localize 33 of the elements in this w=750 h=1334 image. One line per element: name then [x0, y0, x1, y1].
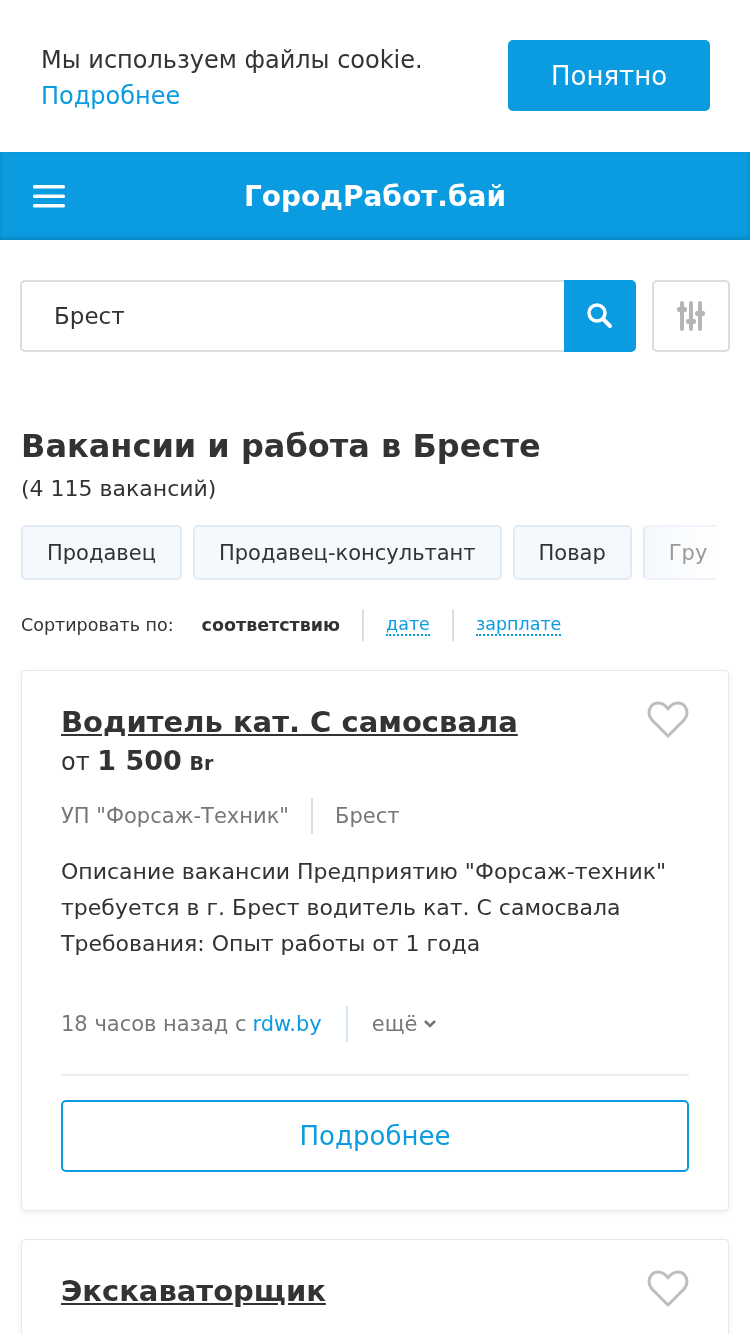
- city: Брест: [335, 804, 400, 828]
- sort-option[interactable]: соответствию: [201, 615, 341, 635]
- accept-button[interactable]: Понятно: [508, 40, 710, 111]
- category-chip[interactable]: Гру: [642, 525, 720, 580]
- vacancy-title[interactable]: Водитель кат. С самосвала: [61, 705, 518, 739]
- cookie-notice: Мы используем файлы cookie.: [41, 45, 423, 76]
- heart-icon[interactable]: [647, 701, 689, 739]
- chevron-down-icon: [423, 1019, 438, 1029]
- search-field[interactable]: Брест: [20, 280, 564, 352]
- more-link[interactable]: Подробнее: [41, 78, 423, 114]
- company-name: УП "Форсаж-Техник": [61, 804, 289, 828]
- filter-button[interactable]: [652, 280, 730, 352]
- details-button[interactable]: Подробнее: [61, 1100, 689, 1172]
- heart-icon[interactable]: [647, 1270, 689, 1308]
- site-title[interactable]: ГородРабот.бай: [0, 179, 750, 213]
- vacancy-description: Описание вакансии Предприятию "Форсаж-техник" требуется в г. Брест водитель кат. С самосвала Требования: Опыт работы от 1 года: [61, 858, 668, 958]
- page-heading: Вакансии и работа в Бресте: [21, 426, 542, 467]
- category-chip[interactable]: Продавец-консультант: [192, 525, 502, 580]
- posted-time: 18 часов назад с: [61, 1012, 247, 1036]
- vacancy-count: (4 115 вакансий): [21, 476, 218, 501]
- sort-option[interactable]: дате: [386, 614, 430, 636]
- search-icon: [585, 301, 615, 331]
- sliders-icon: [677, 299, 705, 333]
- more-toggle[interactable]: ещё: [371, 1012, 438, 1036]
- sort-option[interactable]: зарплате: [475, 614, 562, 636]
- category-chip[interactable]: Продавец: [21, 525, 182, 580]
- source-link[interactable]: rdw.by: [252, 1012, 322, 1036]
- menu-icon[interactable]: [33, 184, 65, 208]
- sort-label: Сортировать по:: [21, 615, 174, 635]
- salary: от 1 500 Br: [61, 745, 215, 776]
- category-chip[interactable]: Повар: [512, 525, 632, 580]
- vacancy-title[interactable]: Экскаваторщик: [61, 1274, 326, 1308]
- search-button[interactable]: [564, 280, 636, 352]
